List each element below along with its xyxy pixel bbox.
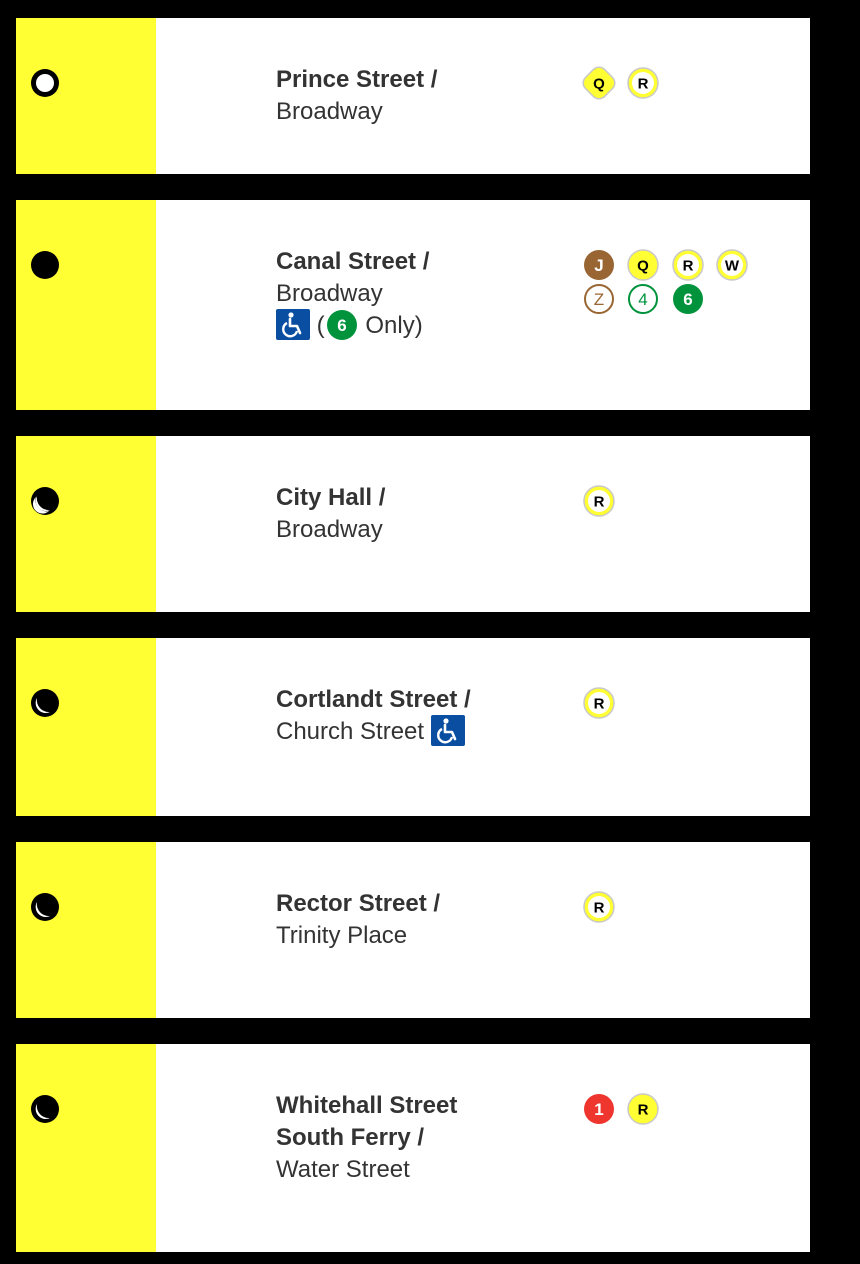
station-name-separator: / — [426, 890, 441, 917]
svg-text:R: R — [638, 1102, 649, 1119]
line-strip — [16, 1044, 156, 1252]
station-name-separator: / — [410, 1124, 425, 1151]
svg-text:R: R — [594, 900, 605, 917]
station-name-primary: Cortlandt Street — [276, 686, 458, 713]
svg-text:J: J — [594, 256, 603, 275]
station-row: Whitehall Street South Ferry / Water Str… — [16, 1044, 810, 1252]
line-q-express-bullet[interactable]: Q — [582, 66, 616, 100]
station-row: Cortlandt Street / Church Street R — [16, 638, 810, 816]
station-name-primary: Prince Street — [276, 66, 425, 93]
svg-text:Q: Q — [593, 76, 605, 93]
line-strip — [16, 436, 156, 612]
svg-text:W: W — [725, 258, 740, 275]
station-row: Canal Street / Broadway ( 6 Only) J Q R … — [16, 200, 810, 410]
station-name: City Hall / Broadway — [276, 482, 576, 546]
service-part-time-crescent-icon — [31, 487, 59, 515]
station-name: Canal Street / Broadway ( 6 Only) — [276, 246, 576, 342]
station-name-separator: / — [416, 248, 430, 275]
line-w-bullet[interactable]: W — [715, 248, 749, 282]
station-row: Prince Street / Broadway Q R — [16, 18, 810, 174]
line-j-express-bullet[interactable]: J — [582, 248, 616, 282]
station-name-secondary: Water Street — [276, 1156, 410, 1183]
station-name-separator: / — [424, 66, 438, 93]
line-z-bullet[interactable]: Z — [582, 282, 616, 316]
station-name-primary: Whitehall Street — [276, 1092, 458, 1119]
service-part-time-crescent-icon — [31, 1095, 59, 1123]
line-bullets: R — [582, 890, 802, 924]
service-part-time-crescent-icon — [31, 689, 59, 717]
station-name-secondary: Broadway — [276, 516, 383, 543]
line-r-bullet[interactable]: R — [582, 686, 616, 720]
station-name-separator: / — [457, 686, 471, 713]
line-strip — [16, 842, 156, 1018]
line-r-bullet[interactable]: R — [582, 890, 616, 924]
station-name-primary: Canal Street — [276, 248, 417, 275]
accessibility-note-close: Only) — [358, 312, 423, 339]
svg-text:R: R — [682, 258, 693, 275]
station-name-secondary: Broadway — [276, 98, 383, 125]
svg-text:R: R — [638, 76, 649, 93]
station-name-primary: City Hall — [276, 484, 373, 511]
station-name-separator: / — [372, 484, 386, 511]
svg-text:4: 4 — [639, 290, 648, 309]
station-name-secondary: Broadway — [276, 280, 383, 307]
accessibility-note-open: ( — [310, 312, 325, 339]
wheelchair-icon — [276, 308, 310, 340]
station-row: City Hall / Broadway R — [16, 436, 810, 612]
line-bullets: R — [582, 686, 802, 720]
line-r-bullet[interactable]: R — [671, 248, 705, 282]
station-name: Rector Street / Trinity Place — [276, 888, 576, 952]
svg-text:R: R — [594, 696, 605, 713]
station-name: Cortlandt Street / Church Street — [276, 684, 576, 748]
station-name-primary-2: South Ferry — [276, 1124, 411, 1151]
line-6-bullet[interactable]: 6 — [671, 282, 705, 316]
svg-text:6: 6 — [683, 290, 692, 309]
line-6-bullet[interactable]: 6 — [325, 308, 359, 342]
wheelchair-icon — [430, 714, 465, 746]
line-bullets: 1 R — [582, 1092, 802, 1126]
station-name-secondary: Trinity Place — [276, 922, 408, 949]
line-bullets: J Q R W Z 4 6 — [582, 248, 802, 316]
line-r-bullet[interactable]: R — [582, 484, 616, 518]
line-q-bullet[interactable]: Q — [626, 248, 660, 282]
svg-text:R: R — [594, 494, 605, 511]
svg-text:6: 6 — [337, 316, 346, 335]
line-r-bullet[interactable]: R — [626, 1092, 660, 1126]
station-name: Whitehall Street South Ferry / Water Str… — [276, 1090, 576, 1186]
accessibility-note: ( 6 Only) — [276, 308, 576, 342]
line-bullets: R — [582, 484, 802, 518]
station-name-primary: Rector Street — [276, 890, 427, 917]
service-part-time-crescent-icon — [31, 893, 59, 921]
line-strip — [16, 638, 156, 816]
service-full-time-open-circle-icon — [31, 69, 59, 97]
line-4-bullet[interactable]: 4 — [626, 282, 660, 316]
station-name: Prince Street / Broadway — [276, 64, 576, 128]
line-r-bullet[interactable]: R — [626, 66, 660, 100]
line-strip — [16, 200, 156, 410]
station-name-secondary: Church Street — [276, 718, 425, 745]
line-1-bullet[interactable]: 1 — [582, 1092, 616, 1126]
line-bullets: Q R — [582, 66, 802, 100]
station-row: Rector Street / Trinity Place R — [16, 842, 810, 1018]
svg-text:1: 1 — [594, 1100, 603, 1119]
svg-text:Z: Z — [594, 290, 604, 309]
svg-text:Q: Q — [638, 258, 650, 275]
service-full-time-solid-circle-icon — [31, 251, 59, 279]
